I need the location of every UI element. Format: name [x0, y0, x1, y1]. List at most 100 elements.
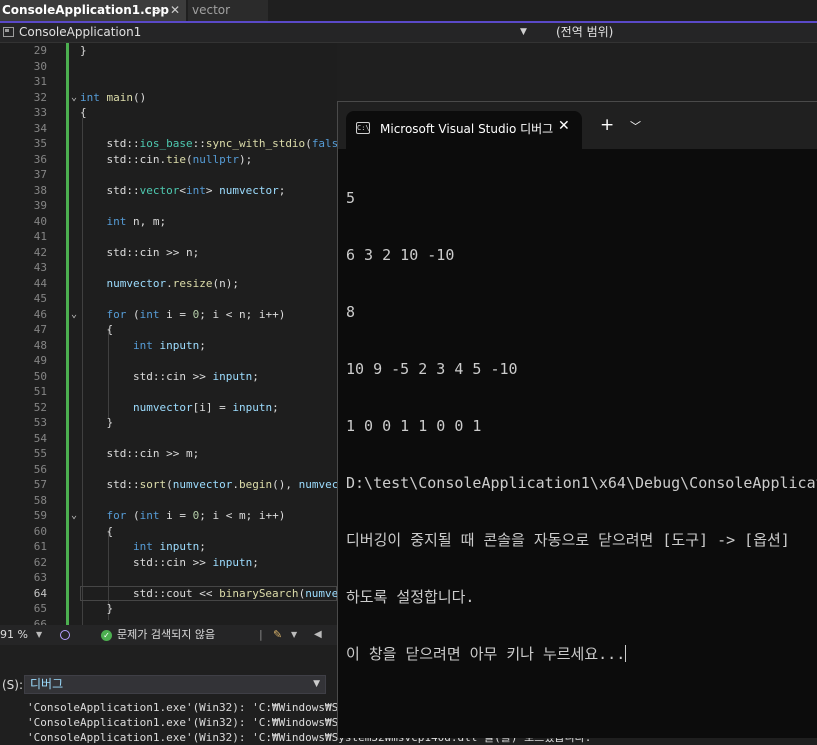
code-line[interactable]: 47 { — [0, 322, 337, 337]
code-line[interactable]: 30 — [0, 59, 337, 74]
code-line[interactable]: 61 int inputn; — [0, 539, 337, 554]
code-line[interactable]: 50 std::cin >> inputn; — [0, 369, 337, 384]
code-text: for (int i = 0; i < n; i++) — [106, 307, 286, 321]
code-line[interactable]: 63 — [0, 570, 337, 585]
code-line[interactable]: 29} — [0, 43, 337, 58]
close-icon[interactable]: ✕ — [558, 118, 570, 134]
code-line[interactable]: 48 int inputn; — [0, 338, 337, 353]
code-text: std::cin >> inputn; — [80, 555, 259, 569]
code-line[interactable]: 37 — [0, 167, 337, 182]
line-number: 35 — [33, 137, 47, 150]
line-number: 63 — [33, 571, 47, 584]
scope-name: (전역 범위) — [556, 25, 614, 39]
code-text: int main() — [80, 90, 147, 104]
line-number: 54 — [33, 431, 47, 445]
code-line[interactable]: 52 numvector[i] = inputn; — [0, 400, 337, 415]
console-line: 8 — [346, 303, 356, 321]
issues-status[interactable]: 문제가 검색되지 않음 — [117, 625, 215, 645]
code-line[interactable]: 46 ⌄ for (int i = 0; i < n; i++) — [0, 307, 337, 322]
code-text: { — [80, 323, 114, 336]
code-line[interactable]: 31 — [0, 74, 337, 89]
code-line[interactable]: 66 — [0, 617, 337, 626]
line-number: 48 — [33, 338, 47, 352]
line-number: 37 — [33, 168, 47, 181]
code-line[interactable]: 39 — [0, 198, 337, 213]
pin-icon[interactable]: ⊸ — [152, 0, 161, 21]
code-line[interactable]: 51 — [0, 384, 337, 399]
console-output[interactable]: 5 6 3 2 10 -10 8 10 9 -5 2 3 4 5 -10 1 0… — [346, 151, 817, 702]
output-source-value: 디버그 — [30, 677, 64, 691]
code-line[interactable]: 62 std::cin >> inputn; — [0, 555, 337, 570]
scope-dropdown[interactable]: (전역 범위) — [540, 23, 817, 42]
code-text: int inputn; — [132, 540, 206, 553]
code-line[interactable]: 38 std::vector<int> numvector; — [0, 183, 337, 198]
line-number: 52 — [33, 400, 47, 414]
code-text: std::cin >> m; — [80, 447, 200, 460]
separator: | — [259, 628, 263, 641]
console-line-prompt: 이 창을 닫으려면 아무 키나 누르세요... — [346, 645, 817, 664]
code-line[interactable]: 44 numvector.resize(n); — [0, 276, 337, 291]
line-number: 50 — [33, 369, 47, 383]
project-dropdown[interactable]: ConsoleApplication1 ▼ — [0, 23, 537, 42]
code-line[interactable]: 60 { — [0, 524, 337, 539]
code-line[interactable]: 41 — [0, 229, 337, 244]
terminal-icon: C:\ — [356, 122, 370, 134]
intellicode-icon[interactable] — [60, 630, 70, 640]
code-line[interactable]: 35 std::ios_base::sync_with_stdio(false)… — [0, 136, 337, 151]
chevron-down-icon[interactable]: ﹀ — [630, 118, 641, 134]
new-tab-icon[interactable]: + — [600, 115, 614, 135]
console-title-bar[interactable]: C:\ Microsoft Visual Studio 디버그 ✕ + ﹀ — [338, 102, 817, 149]
code-line[interactable]: 65 } — [0, 601, 337, 616]
code-line[interactable]: 40 int n, m; — [0, 214, 337, 229]
code-text: } — [80, 416, 114, 429]
code-cleanup-icon[interactable]: ✎ — [273, 625, 282, 645]
code-text: { — [80, 524, 114, 538]
code-line[interactable]: 33 { — [0, 105, 337, 120]
code-editor[interactable]: 29} 30 31 32 ⌄ int main() 33{34 35 std::ios_bas… — [0, 43, 337, 625]
code-line[interactable]: 54 — [0, 431, 337, 446]
code-line[interactable]: 49 — [0, 353, 337, 368]
chevron-down-icon[interactable]: ▼ — [36, 625, 42, 645]
chevron-down-icon[interactable]: ▼ — [291, 625, 297, 645]
fold-chevron-icon[interactable]: ⌄ — [71, 508, 77, 523]
code-line[interactable]: 45 — [0, 291, 337, 306]
tab-vector[interactable]: vector — [188, 0, 268, 21]
code-line[interactable]: 53 } — [0, 415, 337, 430]
line-number: 56 — [33, 462, 47, 476]
tab-consoleapplication1-cpp[interactable]: ConsoleApplication1.cpp ⊸ ✕ — [0, 0, 186, 21]
code-line[interactable]: 32 ⌄ int main() — [0, 90, 337, 105]
line-number: 47 — [33, 323, 47, 336]
code-line[interactable]: 58 — [0, 493, 337, 508]
line-number: 29 — [33, 44, 47, 57]
line-number: 49 — [33, 354, 47, 367]
zoom-level[interactable]: 91 % — [0, 625, 28, 645]
output-source-select[interactable]: 디버그 ▼ — [24, 675, 326, 694]
debug-console-window[interactable]: C:\ Microsoft Visual Studio 디버그 ✕ + ﹀ 5 … — [337, 101, 817, 738]
code-line[interactable]: 59 ⌄ for (int i = 0; i < m; i++) — [0, 508, 337, 523]
fold-chevron-icon[interactable]: ⌄ — [71, 307, 77, 322]
code-line[interactable]: 34 — [0, 121, 337, 136]
scroll-left-icon[interactable]: ◀ — [314, 625, 322, 645]
line-number: 53 — [33, 416, 47, 429]
code-line[interactable]: 42 std::cin >> n; — [0, 245, 337, 260]
code-text: numvector[i] = inputn; — [132, 400, 279, 414]
code-text: std::ios_base::sync_with_stdio(false); — [80, 137, 337, 150]
line-number: 45 — [33, 292, 47, 305]
code-line[interactable]: 57 std::sort(numvector.begin(), numvecto… — [0, 477, 337, 492]
code-line[interactable]: 64 std::cout << binarySearch(numvector, … — [0, 585, 337, 601]
line-number: 57 — [33, 478, 47, 491]
line-number: 41 — [33, 230, 47, 243]
code-line[interactable]: 43 — [0, 260, 337, 275]
code-text: for (int i = 0; i < m; i++) — [106, 509, 286, 522]
code-line[interactable]: 36 std::cin.tie(nullptr); — [0, 152, 337, 167]
console-tab[interactable]: C:\ Microsoft Visual Studio 디버그 ✕ — [346, 111, 582, 149]
fold-chevron-icon[interactable]: ⌄ — [71, 90, 77, 105]
line-number: 36 — [33, 152, 47, 166]
code-line[interactable]: 55 std::cin >> m; — [0, 446, 337, 461]
code-text: std::sort(numvector.begin(), numvector.e… — [80, 478, 337, 491]
close-icon[interactable]: ✕ — [170, 0, 180, 21]
code-line[interactable]: 56 — [0, 462, 337, 477]
code-text: int inputn; — [132, 338, 206, 352]
line-number: 30 — [33, 59, 47, 73]
line-number: 33 — [33, 106, 47, 119]
